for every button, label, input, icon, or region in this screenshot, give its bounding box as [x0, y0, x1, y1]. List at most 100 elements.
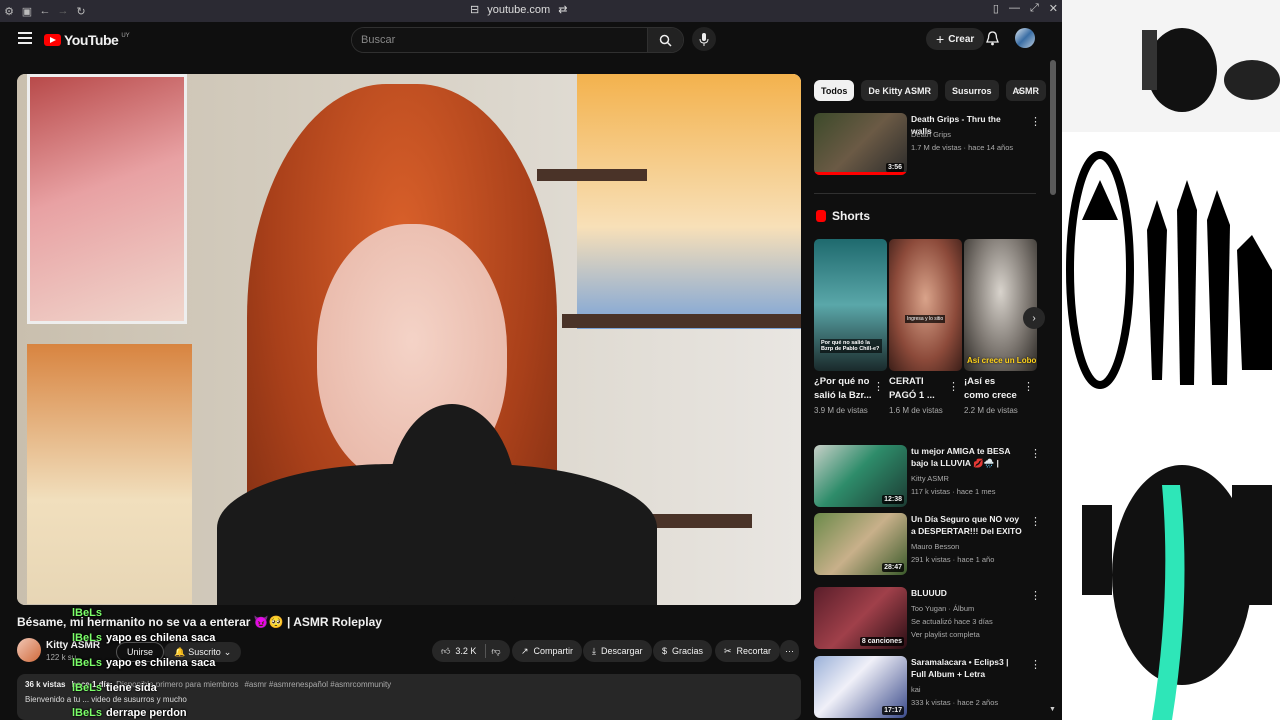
thanks-button[interactable]: $ Gracias: [653, 640, 713, 662]
short-title[interactable]: CERATI PAGÓ 1 ...: [889, 375, 947, 403]
chevron-right-icon: ›: [1032, 312, 1036, 324]
browser-window: ⚙ ▣ ← → ↻ ⊟ youtube.com ⇄ ▯ — ⤢ ✕ YouTub…: [0, 0, 1062, 720]
recommendation-item[interactable]: 28:47 Un Día Seguro que NO voy a DESPERT…: [814, 513, 1041, 577]
video-thumbnail[interactable]: 17:17: [814, 656, 907, 718]
site-info-icon[interactable]: ⊟: [470, 3, 479, 16]
youtube-logo[interactable]: YouTube UY: [44, 32, 130, 48]
chip-kitty-asmr[interactable]: De Kitty ASMR: [861, 80, 938, 101]
shelf: [537, 169, 647, 181]
search-input[interactable]: [352, 28, 647, 52]
more-vert-icon[interactable]: ⋮: [1030, 447, 1041, 460]
like-count: 3.2 K: [455, 646, 477, 656]
share-button[interactable]: ↗ Compartir: [512, 640, 583, 662]
channel-avatar[interactable]: [17, 638, 41, 662]
maximize-icon[interactable]: ⤢: [1030, 2, 1039, 15]
short-thumbnail[interactable]: Por qué no salió la Bzrp de Pablo Chill-…: [814, 239, 887, 371]
short-item[interactable]: Así crece un Lobo ¡Así es como crece un …: [964, 239, 1037, 415]
playlist-title[interactable]: BLUUUD: [911, 587, 1023, 599]
browser-menu-icon[interactable]: ⚙: [0, 2, 18, 20]
sidebar-toggle-icon[interactable]: ▣: [18, 2, 36, 20]
short-views: 3.9 M de vistas: [814, 406, 868, 415]
playlist-item[interactable]: 8 canciones BLUUUD Too Yugan · Álbum Se …: [814, 587, 1041, 651]
forward-icon[interactable]: →: [54, 2, 72, 20]
chip-asmr[interactable]: ASMR: [1005, 80, 1047, 101]
address-bar[interactable]: ⊟ youtube.com ⇄: [470, 3, 567, 17]
recommendation-item[interactable]: 12:38 tu mejor AMIGA te BESA bajo la LLU…: [814, 445, 1041, 509]
recommendation-channel[interactable]: Kitty ASMR: [911, 474, 949, 483]
download-icon: ⤓: [592, 645, 596, 656]
search-icon: [659, 34, 672, 47]
reload-icon[interactable]: ↻: [72, 2, 90, 20]
chat-text: tiene sida: [105, 681, 157, 694]
recommendation-title[interactable]: Saramalacara • Eclips3 | Full Album + Le…: [911, 656, 1023, 680]
more-vert-icon[interactable]: ⋮: [1030, 115, 1041, 128]
notifications-bell-icon[interactable]: [986, 31, 999, 46]
video-thumbnail[interactable]: 3:56: [814, 113, 907, 175]
chip-all[interactable]: Todos: [814, 80, 855, 101]
thumbs-down-icon[interactable]: 👎︎: [491, 646, 500, 657]
chevron-right-icon[interactable]: ›: [1017, 84, 1021, 98]
more-vert-icon[interactable]: ⋮: [1023, 380, 1034, 393]
recommendation-channel[interactable]: Death Grips: [911, 130, 951, 139]
more-vert-icon[interactable]: ⋮: [873, 380, 884, 393]
video-thumbnail[interactable]: 28:47: [814, 513, 907, 575]
recommendation-item[interactable]: 17:17 Saramalacara • Eclips3 | Full Albu…: [814, 656, 1041, 720]
create-button[interactable]: + Crear: [926, 28, 985, 50]
share-label: Compartir: [533, 646, 574, 656]
short-item[interactable]: Ingresa y lo sitio CERATI PAGÓ 1 ... 1.6…: [889, 239, 962, 415]
playlist-thumbnail[interactable]: 8 canciones: [814, 587, 907, 649]
chip-susurros[interactable]: Susurros: [945, 80, 999, 101]
download-button[interactable]: ⤓ Descargar: [583, 640, 652, 662]
more-vert-icon[interactable]: ⋮: [1030, 589, 1041, 602]
search-bar: [351, 27, 684, 53]
short-title[interactable]: ¿Por qué no salió la Bzr...: [814, 375, 872, 403]
short-title[interactable]: ¡Así es como crece un ...: [964, 375, 1022, 403]
thanks-label: Gracias: [672, 646, 704, 656]
short-thumbnail[interactable]: Ingresa y lo sitio: [889, 239, 962, 371]
more-vert-icon[interactable]: ⋮: [948, 380, 959, 393]
short-thumbnail[interactable]: Así crece un Lobo: [964, 239, 1037, 371]
chat-message: lBeLs derrape perdon: [72, 700, 332, 720]
like-button[interactable]: 👍︎ 3.2 K 👎︎: [432, 640, 510, 662]
playlist-channel[interactable]: Too Yugan · Álbum: [911, 604, 974, 613]
minimize-icon[interactable]: —: [1009, 2, 1020, 15]
chat-message: lBeLs: [72, 600, 332, 625]
recommendation-item[interactable]: 3:56 Death Grips - Thru the walls Death …: [814, 113, 1041, 177]
anime-poster-right: [577, 74, 801, 329]
chat-message: lBeLs yapo es chilena saca: [72, 625, 332, 650]
close-icon[interactable]: ✕: [1049, 2, 1058, 15]
recommendation-channel[interactable]: kai: [911, 685, 921, 694]
recommendation-title[interactable]: tu mejor AMIGA te BESA bajo la LLUVIA 💋🌧…: [911, 445, 1023, 471]
tab-settings-icon[interactable]: ⇄: [558, 3, 567, 16]
chat-text: yapo es chilena saca: [105, 656, 216, 669]
view-playlist-link[interactable]: Ver playlist completa: [911, 630, 980, 639]
chat-message: lBeLs tiene sida: [72, 675, 332, 700]
tab-layout-icon[interactable]: ▯: [993, 2, 999, 15]
back-icon[interactable]: ←: [36, 2, 54, 20]
video-player[interactable]: [17, 74, 801, 605]
more-vert-icon[interactable]: ⋮: [1030, 658, 1041, 671]
recommendation-meta: 1.7 M de vistas · hace 14 años: [911, 143, 1014, 152]
hamburger-menu-icon[interactable]: [18, 32, 32, 44]
short-item[interactable]: Por qué no salió la Bzrp de Pablo Chill-…: [814, 239, 887, 415]
shorts-next-button[interactable]: ›: [1023, 307, 1045, 329]
more-vert-icon[interactable]: ⋮: [1030, 515, 1041, 528]
recommendation-title[interactable]: Un Día Seguro que NO voy a DESPERTAR!!! …: [911, 513, 1023, 539]
clip-button[interactable]: ✂ Recortar: [715, 640, 781, 662]
url-text[interactable]: youtube.com: [487, 4, 550, 16]
recommendation-channel[interactable]: Mauro Besson: [911, 542, 959, 551]
duration-badge: 17:17: [882, 706, 904, 715]
more-actions-button[interactable]: ⋯: [780, 640, 799, 662]
video-thumbnail[interactable]: 12:38: [814, 445, 907, 507]
page-scrollbar[interactable]: [1050, 60, 1056, 195]
microphone-foam: [387, 404, 517, 605]
logo-country: UY: [121, 33, 130, 39]
cat-poster: [27, 344, 192, 604]
watch-progress-bar: [814, 172, 907, 175]
voice-search-button[interactable]: [692, 27, 716, 51]
account-avatar[interactable]: [1015, 28, 1035, 48]
filter-chips: Todos De Kitty ASMR Susurros ASMR: [814, 80, 1047, 101]
search-button[interactable]: [647, 28, 683, 52]
logo-text: YouTube: [64, 32, 119, 48]
scroll-down-arrow[interactable]: ▼: [1049, 706, 1056, 713]
